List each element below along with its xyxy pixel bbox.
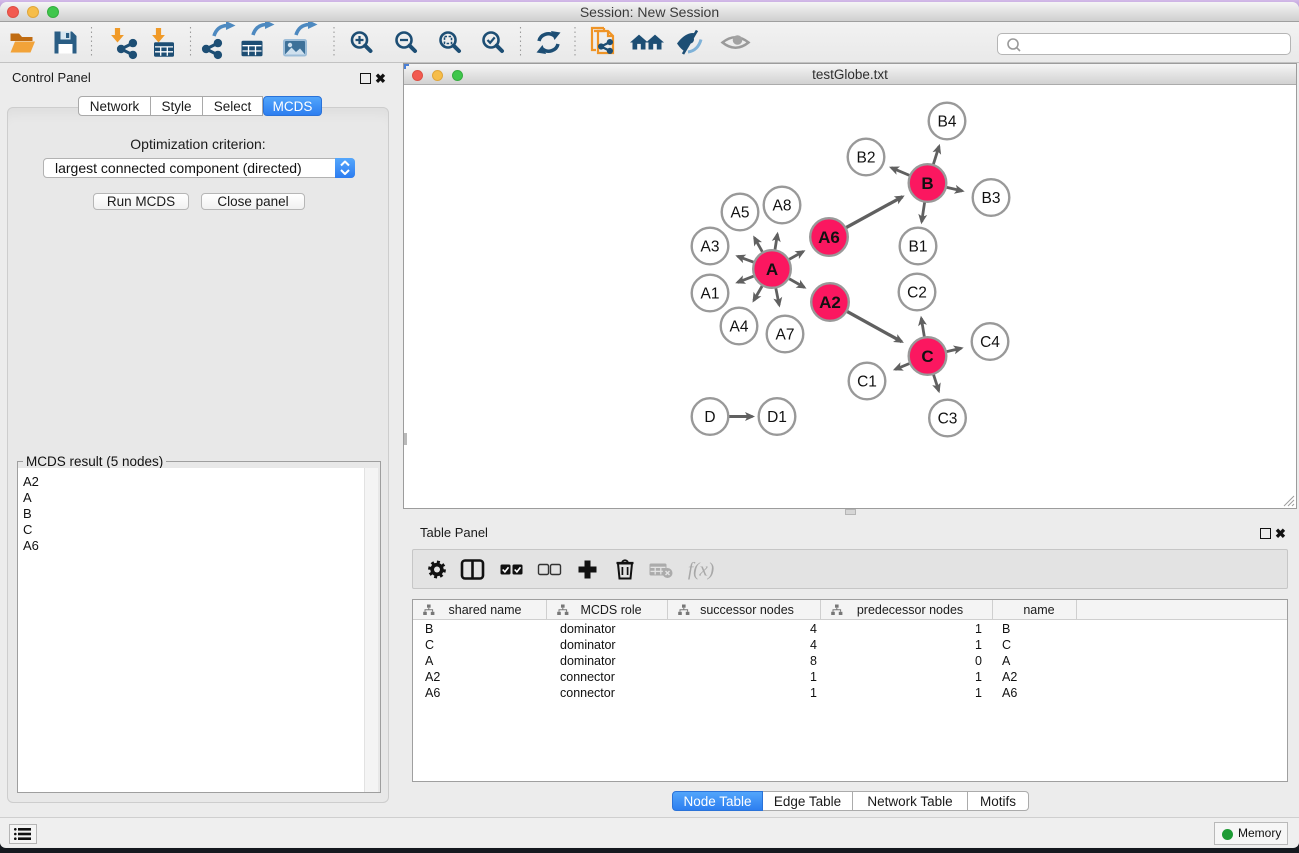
svg-text:f(x): f(x)	[688, 560, 714, 581]
svg-text:D1: D1	[767, 409, 787, 426]
svg-text:C3: C3	[938, 411, 958, 428]
svg-text:B1: B1	[909, 239, 928, 256]
svg-text:B4: B4	[938, 114, 957, 131]
svg-text:A4: A4	[730, 319, 749, 336]
svg-text:C: C	[921, 347, 933, 366]
svg-text:D: D	[704, 409, 715, 426]
svg-text:C2: C2	[907, 285, 927, 302]
svg-text:B: B	[921, 174, 933, 193]
svg-text:A2: A2	[819, 293, 841, 312]
svg-text:A7: A7	[776, 327, 795, 344]
svg-text:C4: C4	[980, 334, 1000, 351]
svg-text:A6: A6	[818, 228, 840, 247]
svg-text:A: A	[766, 260, 778, 279]
svg-text:B2: B2	[857, 150, 876, 167]
svg-text:A8: A8	[773, 198, 792, 215]
svg-text:A3: A3	[701, 239, 720, 256]
svg-text:A1: A1	[701, 286, 720, 303]
svg-text:A5: A5	[731, 205, 750, 222]
svg-text:C1: C1	[857, 374, 877, 391]
svg-text:B3: B3	[982, 190, 1001, 207]
